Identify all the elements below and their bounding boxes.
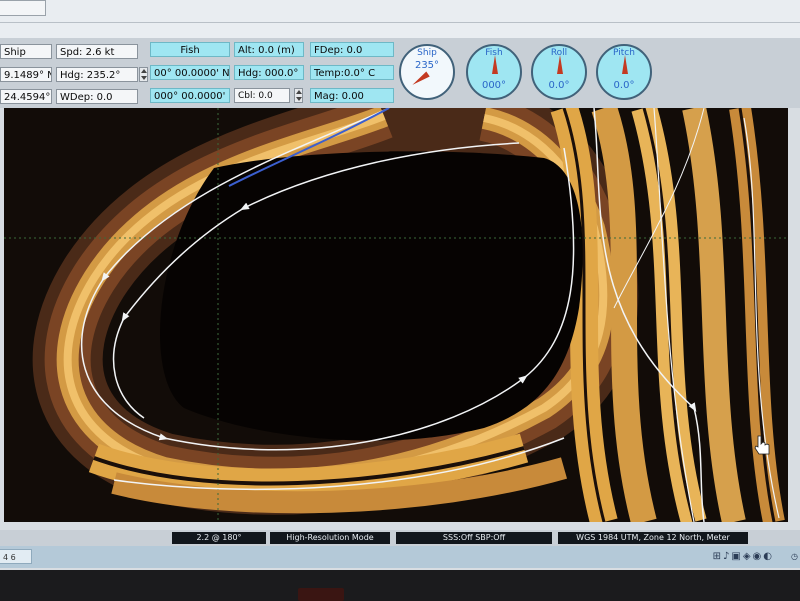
- volume-icon[interactable]: ♪: [723, 550, 729, 564]
- pitch-gauge: Pitch 0.0°: [596, 44, 652, 100]
- sonar-mosaic-map[interactable]: [4, 108, 788, 522]
- alert-icon[interactable]: ◉: [753, 550, 762, 564]
- screen: Ship Spd: 2.6 kt 9.1489° N Hdg: 235.2° 2…: [0, 0, 800, 570]
- water-depth-field: WDep: 0.0: [56, 89, 138, 104]
- status-bar: 2.2 @ 180° High-Resolution Mode SSS:Off …: [0, 530, 800, 546]
- projection-readout: WGS 1984 UTM, Zone 12 North, Meter: [558, 532, 748, 544]
- monitor-logo: [298, 588, 344, 601]
- fish-heading-field: Hdg: 000.0°: [234, 65, 304, 80]
- title-stub: [0, 0, 46, 16]
- ship-speed-field: Spd: 2.6 kt: [56, 44, 138, 59]
- shield-icon[interactable]: ◈: [743, 550, 751, 564]
- title-divider: [0, 22, 800, 23]
- network-icon[interactable]: ⊞: [713, 550, 721, 564]
- temperature-field: Temp:0.0° C: [310, 65, 394, 80]
- window-title-strip: [0, 0, 800, 38]
- ship-heading-spinner[interactable]: [139, 67, 148, 82]
- range-readout: 2.2 @ 180°: [172, 532, 266, 544]
- fish-depth-field: FDep: 0.0: [310, 42, 394, 57]
- sss-sbp-readout: SSS:Off SBP:Off: [396, 532, 552, 544]
- ship-heading-needle: [410, 71, 430, 88]
- monitor-icon[interactable]: ▣: [731, 550, 740, 564]
- gauge-value: 235°: [414, 60, 440, 71]
- magnetometer-field: Mag: 0.00: [310, 88, 394, 103]
- monitor: Ship Spd: 2.6 kt 9.1489° N Hdg: 235.2° 2…: [0, 0, 800, 601]
- roll-gauge: Roll 0.0°: [531, 44, 587, 100]
- pitch-needle: [622, 55, 628, 74]
- ship-heading-field: Hdg: 235.2°: [56, 67, 138, 82]
- fish-longitude-field: 000° 00.0000' E: [150, 88, 230, 103]
- mode-readout: High-Resolution Mode: [270, 532, 390, 544]
- fish-latitude-field: 00° 00.0000' N: [150, 65, 230, 80]
- taskbar-window-button[interactable]: 4 6: [0, 549, 32, 564]
- gauge-value: 000°: [481, 80, 507, 91]
- unsurveyed-area: [160, 151, 583, 441]
- update-icon[interactable]: ◐: [763, 550, 772, 564]
- gauge-label: Ship: [417, 48, 437, 58]
- gauge-value: 0.0°: [613, 80, 635, 91]
- mosaic-canvas[interactable]: [4, 108, 788, 522]
- cable-field[interactable]: Cbl: 0.0: [234, 88, 290, 103]
- gauge-value: 0.0°: [548, 80, 570, 91]
- ship-label: Ship: [0, 44, 52, 59]
- roll-needle: [557, 55, 563, 74]
- fish-heading-gauge: Fish 000°: [466, 44, 522, 100]
- system-tray: ⊞ ♪ ▣ ◈ ◉ ◐: [713, 550, 772, 564]
- cable-spinner[interactable]: [294, 88, 303, 103]
- taskbar: 4 6 ⊞ ♪ ▣ ◈ ◉ ◐ ◷: [0, 546, 800, 568]
- ship-heading-gauge: Ship 235°: [399, 44, 455, 100]
- altitude-field: Alt: 0.0 (m): [234, 42, 304, 57]
- ship-latitude-field: 9.1489° N: [0, 67, 52, 82]
- fish-heading-needle: [492, 55, 498, 74]
- clock-icon[interactable]: ◷: [791, 550, 798, 564]
- fish-label: Fish: [150, 42, 230, 57]
- ship-longitude-field: 24.4594° W: [0, 89, 52, 104]
